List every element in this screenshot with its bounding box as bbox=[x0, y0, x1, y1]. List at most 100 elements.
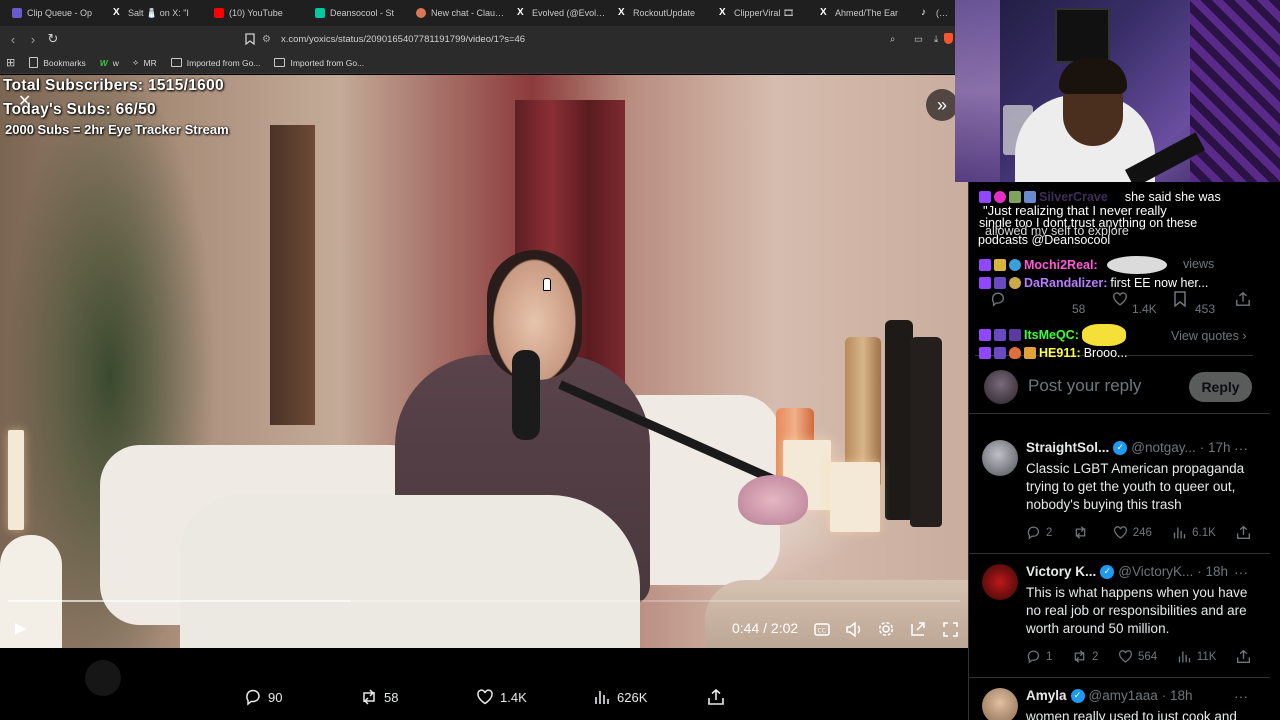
volume-button[interactable] bbox=[844, 619, 864, 639]
repost-action[interactable]: 58 bbox=[360, 688, 398, 706]
back-icon[interactable]: ‹ bbox=[3, 29, 23, 49]
vip-badge-icon bbox=[994, 347, 1006, 359]
bookmark-star-icon[interactable] bbox=[240, 29, 260, 49]
browser-tab[interactable]: ♪ (99+ bbox=[915, 0, 955, 26]
tweet-author-name[interactable]: StraightSol... bbox=[1026, 440, 1109, 455]
download-icon[interactable]: ⤓ bbox=[934, 34, 938, 45]
browser-tab[interactable]: (10) YouTube bbox=[208, 0, 309, 26]
reply-action[interactable]: 90 bbox=[244, 688, 282, 706]
browser-tab[interactable]: Clip Queue - Op bbox=[6, 0, 107, 26]
fullscreen-button[interactable] bbox=[940, 619, 960, 639]
views-action[interactable]: 6.1K bbox=[1172, 525, 1216, 540]
repost-icon bbox=[1075, 526, 1085, 539]
address-bar[interactable]: ⚙ x.com/yoxics/status/209016540778119179… bbox=[262, 29, 952, 49]
stats-bookmark-icon[interactable] bbox=[1173, 290, 1187, 310]
x-logo-icon: X bbox=[113, 7, 120, 18]
tweet-time[interactable]: · 18h bbox=[1162, 688, 1193, 703]
fire-badge-icon bbox=[1009, 347, 1021, 359]
repost-action[interactable]: 2 bbox=[1072, 649, 1098, 664]
brave-shield-icon[interactable] bbox=[944, 33, 953, 44]
browser-tab[interactable]: X Ahmed/The Ear bbox=[814, 0, 915, 26]
browser-tab[interactable]: X Evolved (@Evolved bbox=[511, 0, 612, 26]
browser-tab[interactable]: X Salt 🧂 on X: "I bbox=[107, 0, 208, 26]
bookmark-item[interactable]: Imported from Go... bbox=[274, 58, 364, 68]
video-progress-bar[interactable] bbox=[8, 600, 960, 602]
reply-input[interactable]: Post your reply bbox=[1028, 376, 1141, 396]
browser-tab[interactable]: X RockoutUpdate bbox=[612, 0, 713, 26]
browser-tab[interactable]: Deansocool - St bbox=[309, 0, 410, 26]
video-scene-curtain bbox=[270, 125, 315, 425]
reply-tweet[interactable]: Victory K... ✓ @VictoryK... · 18h ··· Th… bbox=[968, 554, 1270, 678]
tweet-header: Victory K... ✓ @VictoryK... · 18h bbox=[1026, 564, 1228, 579]
stats-heart-icon[interactable] bbox=[1112, 291, 1128, 310]
reply-tweet[interactable]: Amyla ✓ @amy1aaa · 18h ··· women really … bbox=[968, 678, 1270, 720]
browser-tab[interactable]: X ClipperViral 🎞 bbox=[713, 0, 814, 26]
like-action[interactable]: 1.4K bbox=[476, 688, 527, 706]
reply-tweet[interactable]: StraightSol... ✓ @notgay... · 17h ··· Cl… bbox=[968, 430, 1270, 554]
apps-grid-icon[interactable]: ⊞ bbox=[6, 56, 15, 69]
tweet-author-handle[interactable]: @notgay... bbox=[1131, 440, 1196, 455]
captions-button[interactable]: CC bbox=[812, 619, 832, 639]
tweet-time[interactable]: · 17h bbox=[1200, 440, 1231, 455]
tab-label: Ahmed/The Ear bbox=[835, 8, 899, 18]
stats-share-icon[interactable] bbox=[1235, 291, 1251, 310]
tweet-author-handle[interactable]: @VictoryK... bbox=[1118, 564, 1193, 579]
chat-username: Mochi2Real: bbox=[1024, 258, 1098, 272]
bookmark-item[interactable]: Imported from Go... bbox=[170, 58, 260, 68]
more-options-icon[interactable]: ··· bbox=[1234, 440, 1248, 456]
reload-icon[interactable]: ↻ bbox=[43, 29, 63, 49]
forward-icon[interactable]: › bbox=[23, 29, 43, 49]
heart-icon bbox=[477, 689, 493, 705]
prime-badge-icon bbox=[979, 259, 991, 271]
like-action[interactable]: 564 bbox=[1118, 649, 1157, 664]
tweet-author-name[interactable]: Victory K... bbox=[1026, 564, 1096, 579]
settings-gear-icon[interactable] bbox=[876, 619, 896, 639]
views-action[interactable]: 626K bbox=[593, 688, 647, 706]
picture-in-picture-button[interactable] bbox=[908, 619, 928, 639]
tweet-author-avatar[interactable] bbox=[982, 564, 1018, 600]
bookmark-item[interactable]: ⟡ MR bbox=[133, 57, 157, 68]
zoom-icon[interactable]: ⌕ bbox=[890, 34, 895, 45]
video-scene-lotus bbox=[738, 475, 808, 525]
bookmark-item[interactable]: Ww bbox=[100, 58, 119, 68]
site-info-icon[interactable]: ⚙ bbox=[262, 34, 271, 45]
reply-action[interactable]: 1 bbox=[1026, 649, 1052, 664]
tweet-time[interactable]: · 18h bbox=[1197, 564, 1228, 579]
more-options-icon[interactable]: ··· bbox=[1234, 688, 1248, 704]
reply-button[interactable]: Reply bbox=[1189, 372, 1252, 402]
tweet-author-name[interactable]: Amyla bbox=[1026, 688, 1067, 703]
video-player[interactable]: ✕ » bbox=[0, 75, 968, 648]
video-time: 0:44 / 2:02 bbox=[732, 620, 799, 636]
heart-icon bbox=[1119, 650, 1132, 663]
tweet-author-avatar[interactable] bbox=[982, 688, 1018, 720]
browser-tab[interactable]: New chat - Claude bbox=[410, 0, 511, 26]
collapse-side-panel-button[interactable]: » bbox=[926, 89, 958, 121]
tiktok-icon: ♪ bbox=[921, 7, 926, 18]
stats-reply-icon[interactable] bbox=[990, 291, 1006, 310]
blurred-author-avatar bbox=[85, 660, 121, 696]
play-button[interactable] bbox=[10, 619, 30, 639]
view-quotes-link[interactable]: View quotes › bbox=[1171, 329, 1247, 343]
share-action[interactable] bbox=[707, 688, 725, 706]
reply-action[interactable]: 2 bbox=[1026, 525, 1052, 540]
tab-label: New chat - Claude bbox=[431, 8, 505, 18]
chat-text: podcasts @Deansocool bbox=[978, 233, 1111, 247]
verified-badge-icon: ✓ bbox=[1070, 688, 1085, 703]
like-count: 564 bbox=[1138, 650, 1158, 663]
chat-username: HE911: bbox=[1039, 346, 1081, 360]
repost-count: 2 bbox=[1092, 650, 1099, 663]
tweet-author-handle[interactable]: @amy1aaa bbox=[1089, 688, 1158, 703]
tweet-author-avatar[interactable] bbox=[982, 440, 1018, 476]
repost-action[interactable] bbox=[1073, 525, 1093, 540]
video-scene-bottle bbox=[885, 320, 913, 520]
like-action[interactable]: 246 bbox=[1113, 525, 1152, 540]
cast-icon[interactable]: ▭ bbox=[914, 34, 923, 45]
views-action[interactable]: 11K bbox=[1177, 649, 1216, 664]
user-avatar[interactable] bbox=[984, 370, 1018, 404]
views-chart-icon bbox=[1173, 527, 1186, 539]
share-action[interactable] bbox=[1236, 649, 1251, 664]
share-action[interactable] bbox=[1236, 525, 1251, 540]
bookmark-item[interactable]: Bookmarks bbox=[29, 57, 86, 68]
more-options-icon[interactable]: ··· bbox=[1234, 564, 1248, 580]
verified-badge-icon: ✓ bbox=[1113, 440, 1128, 455]
